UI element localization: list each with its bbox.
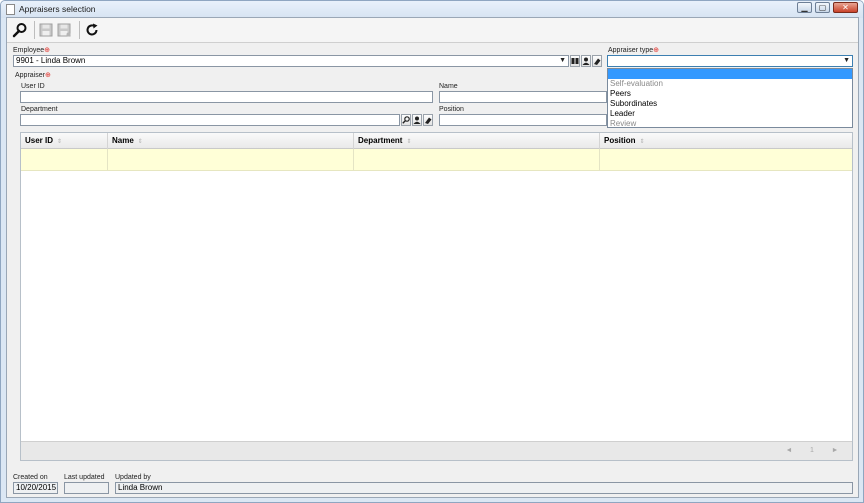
- search-icon: [402, 116, 410, 124]
- page-number: 1: [810, 447, 814, 454]
- grid-pager: ◄ 1 ►: [21, 441, 852, 460]
- grid-header: User ID ⇕ Name ⇕ Department ⇕ Position ⇕: [21, 133, 852, 149]
- toolbar-separator: [79, 21, 80, 39]
- next-page-button[interactable]: ►: [826, 445, 844, 457]
- close-button[interactable]: ✕: [833, 2, 858, 13]
- title-bar: Appraisers selection ▁ ▢ ✕: [1, 1, 863, 18]
- employee-user-button[interactable]: [581, 55, 591, 67]
- updated-by-field: Linda Brown: [115, 482, 853, 494]
- dropdown-option-self-evaluation: Self-evaluation: [610, 79, 663, 88]
- search-icon: [12, 23, 27, 38]
- dropdown-option-review: Review: [610, 119, 637, 128]
- name-field[interactable]: [439, 91, 607, 103]
- appraisers-selection-window: Appraisers selection ▁ ▢ ✕ Employee⊕ 990…: [0, 0, 864, 503]
- appraiser-type-select[interactable]: ▼: [607, 55, 853, 67]
- employee-binoculars-button[interactable]: [570, 55, 580, 67]
- table-cell: [354, 149, 600, 171]
- column-label: User ID: [25, 136, 54, 145]
- dropdown-option-subordinates[interactable]: Subordinates: [608, 99, 852, 109]
- employee-select[interactable]: 9901 - Linda Brown ▼: [13, 55, 569, 67]
- window-content: Employee⊕ 9901 - Linda Brown ▼ Appraiser…: [6, 17, 859, 498]
- table-cell: [108, 149, 354, 171]
- column-label: Department: [358, 136, 403, 145]
- required-marker-icon: ⊕: [44, 47, 51, 54]
- last-updated-field: [64, 482, 109, 494]
- appraisers-grid: User ID ⇕ Name ⇕ Department ⇕ Position ⇕ ◄ 1…: [20, 132, 853, 461]
- appraiser-type-dropdown-list: Self-evaluation Peers Subordinates Leade…: [607, 68, 853, 128]
- last-updated-label: Last updated: [64, 474, 105, 481]
- save-icon: [39, 23, 53, 37]
- employee-value: 9901 - Linda Brown: [16, 56, 86, 65]
- sort-icon: ⇕: [639, 139, 645, 145]
- required-marker-icon: ⊕: [44, 72, 51, 79]
- dropdown-option-leader[interactable]: Leader: [608, 109, 852, 119]
- position-field[interactable]: [439, 114, 607, 126]
- appraiser-label-wrap: Appraiser⊕: [15, 71, 51, 79]
- updated-by-label: Updated by: [115, 474, 151, 481]
- department-label: Department: [21, 106, 58, 113]
- column-label: Position: [604, 136, 636, 145]
- search-button[interactable]: [10, 20, 30, 40]
- table-row[interactable]: [21, 149, 852, 171]
- created-on-field: 10/20/2015: [13, 482, 58, 494]
- appraiser-type-label-wrap: Appraiser type⊕: [608, 46, 659, 54]
- prev-page-button[interactable]: ◄: [780, 445, 798, 457]
- dropdown-option-peers[interactable]: Peers: [608, 89, 852, 99]
- position-label: Position: [439, 106, 464, 113]
- toolbar: [7, 18, 858, 43]
- employee-clear-button[interactable]: [592, 55, 602, 67]
- toolbar-separator: [34, 21, 35, 39]
- minimize-button[interactable]: ▁: [797, 2, 812, 13]
- maximize-button[interactable]: ▢: [815, 2, 830, 13]
- window-title: Appraisers selection: [19, 4, 96, 14]
- chevron-down-icon: ▼: [843, 57, 850, 64]
- required-marker-icon: ⊕: [653, 47, 660, 54]
- sort-icon: ⇕: [406, 139, 412, 145]
- appraiser-type-label: Appraiser type: [608, 47, 654, 54]
- document-icon: [6, 4, 15, 15]
- user-icon: [413, 116, 421, 124]
- appraiser-label: Appraiser: [15, 72, 45, 79]
- refresh-icon: [86, 23, 98, 36]
- save-button[interactable]: [36, 20, 56, 40]
- department-field[interactable]: [20, 114, 400, 126]
- refresh-button[interactable]: [82, 20, 102, 40]
- eraser-icon: [425, 117, 432, 124]
- name-label: Name: [439, 83, 458, 90]
- column-header-user-id[interactable]: User ID ⇕: [21, 133, 108, 149]
- column-header-position[interactable]: Position ⇕: [600, 133, 852, 149]
- department-clear-button[interactable]: [423, 114, 433, 126]
- eraser-icon: [594, 58, 601, 65]
- save-and-new-button[interactable]: [54, 20, 74, 40]
- column-header-department[interactable]: Department ⇕: [354, 133, 600, 149]
- column-label: Name: [112, 136, 134, 145]
- user-icon: [582, 57, 590, 65]
- created-on-label: Created on: [13, 474, 48, 481]
- department-search-button[interactable]: [401, 114, 411, 126]
- chevron-down-icon: ▼: [559, 57, 566, 64]
- dropdown-option-blank[interactable]: [608, 69, 852, 79]
- department-user-button[interactable]: [412, 114, 422, 126]
- employee-label-wrap: Employee⊕: [13, 46, 50, 54]
- column-header-name[interactable]: Name ⇕: [108, 133, 354, 149]
- user-id-field[interactable]: [20, 91, 433, 103]
- save-and-new-icon: [57, 23, 71, 37]
- binoculars-icon: [571, 58, 579, 64]
- sort-icon: ⇕: [57, 139, 63, 145]
- user-id-label: User ID: [21, 83, 45, 90]
- table-cell: [600, 149, 852, 171]
- employee-label: Employee: [13, 47, 45, 54]
- sort-icon: ⇕: [137, 139, 143, 145]
- table-cell: [21, 149, 108, 171]
